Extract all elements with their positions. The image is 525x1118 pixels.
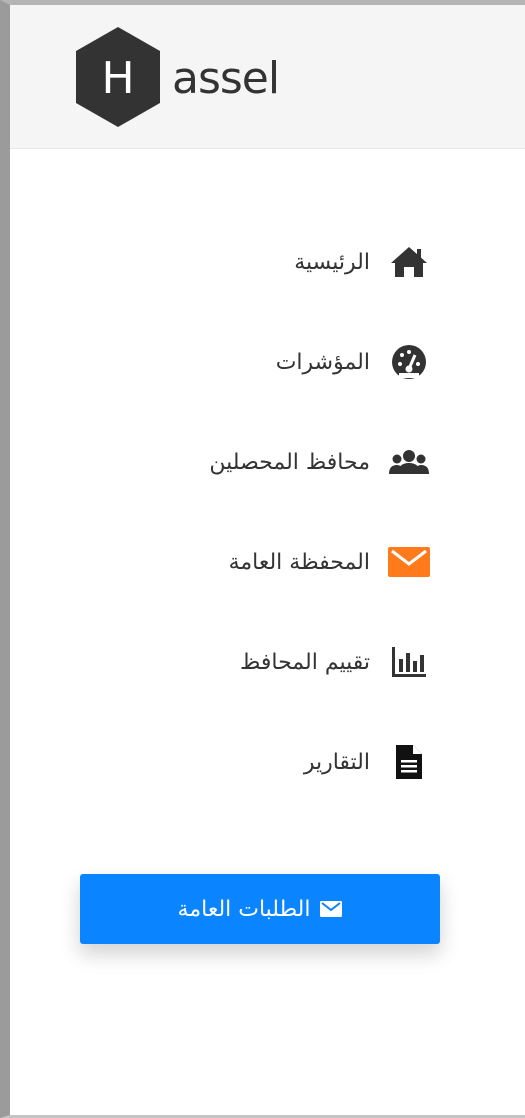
bar-chart-icon <box>388 641 430 683</box>
sidebar-item-label: المؤشرات <box>275 349 370 375</box>
sidebar-item-portfolio-evaluation[interactable]: تقييم المحافظ <box>30 632 430 692</box>
sidebar-item-label: تقييم المحافظ <box>239 649 370 675</box>
sidebar-item-indicators[interactable]: المؤشرات <box>30 332 430 392</box>
general-requests-button[interactable]: الطلبات العامة <box>80 874 440 944</box>
sidebar-item-home[interactable]: الرئيسية <box>30 232 430 292</box>
sidebar-item-label: التقارير <box>303 749 370 775</box>
header-bar: H assel <box>10 5 525 149</box>
sidebar-item-general-portfolio[interactable]: المحفظة العامة <box>30 532 430 592</box>
sidebar-item-label: المحفظة العامة <box>228 549 370 575</box>
general-requests-label: الطلبات العامة <box>177 896 311 922</box>
sidebar-item-label: الرئيسية <box>294 249 370 275</box>
hexagon-logo-icon: H <box>76 27 160 127</box>
document-icon <box>388 741 430 783</box>
users-group-icon <box>388 441 430 483</box>
sidebar-item-collector-portfolios[interactable]: محافظ المحصلين <box>30 432 430 492</box>
envelope-icon <box>320 901 343 917</box>
logo-wordmark: assel <box>172 53 280 104</box>
dashboard-gauge-icon <box>388 341 430 383</box>
home-icon <box>388 241 430 283</box>
sidebar-item-reports[interactable]: التقارير <box>30 732 430 792</box>
sidebar-item-label: محافظ المحصلين <box>209 449 370 475</box>
envelope-icon <box>388 541 430 583</box>
logo-letter: H <box>101 53 134 104</box>
